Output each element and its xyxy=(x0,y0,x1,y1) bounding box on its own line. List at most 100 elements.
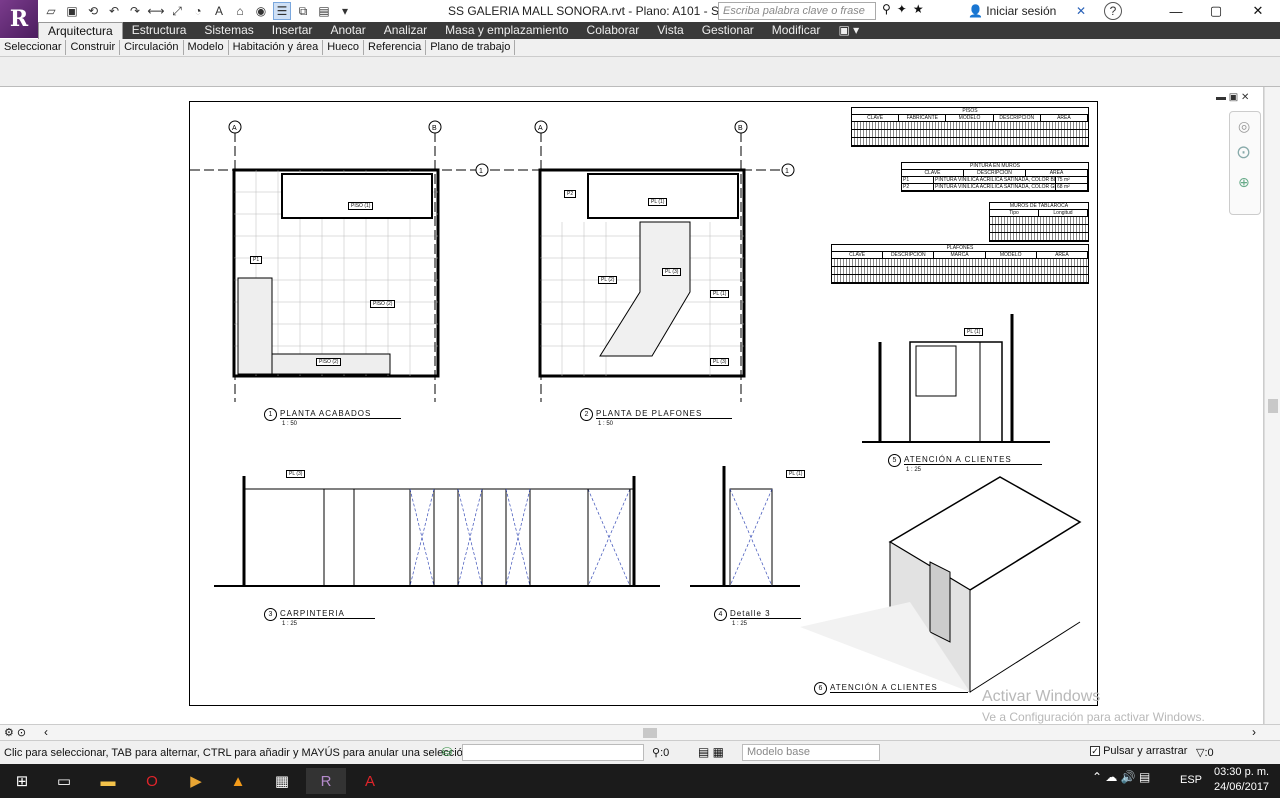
thin-lines-icon[interactable]: ☰ xyxy=(273,2,291,20)
task-view-icon[interactable]: ▭ xyxy=(44,768,84,794)
help-icon[interactable]: ? xyxy=(1104,2,1122,20)
calculator-icon[interactable]: ▦ xyxy=(262,768,302,794)
clock-date[interactable]: 24/06/2017 xyxy=(1214,781,1269,793)
view-window-controls[interactable]: ▬ ▣ ✕ xyxy=(1216,92,1249,103)
opera-icon[interactable]: O xyxy=(132,768,172,794)
schedule-pisos[interactable]: PISOS CLAVE FABRICANTE MODELO DESCRIPCIÓN ÁRE… xyxy=(851,107,1089,147)
tab-insertar[interactable]: Insertar xyxy=(263,22,322,39)
material-tag[interactable]: PL (1) xyxy=(786,470,806,478)
panel-referencia[interactable]: Referencia xyxy=(364,40,427,55)
navigation-bar[interactable]: ◎ ⊙ ⊕ xyxy=(1229,111,1261,215)
close-navbar-icon[interactable]: ◎ xyxy=(1238,118,1250,135)
tab-masa-y-emplazamiento[interactable]: Masa y emplazamiento xyxy=(436,22,577,39)
material-tag[interactable]: PL (1) xyxy=(710,290,730,298)
tab-gestionar[interactable]: Gestionar xyxy=(693,22,763,39)
material-tag[interactable]: PISO (2) xyxy=(370,300,396,308)
view-title-6[interactable]: 6 ATENCIÓN A CLIENTES xyxy=(814,682,968,695)
panel-modelo[interactable]: Modelo xyxy=(184,40,229,55)
binoculars-icon[interactable]: ⚲ xyxy=(882,2,891,16)
input-language[interactable]: ESP xyxy=(1180,774,1202,786)
schedule-muros[interactable]: MUROS DE TABLAROCA Tipo Longitud xyxy=(989,202,1089,242)
ribbon-minimize-icon[interactable]: ▣ ▾ xyxy=(829,22,868,39)
filter-button[interactable]: ▽:0 xyxy=(1196,746,1214,759)
tab-colaborar[interactable]: Colaborar xyxy=(578,22,649,39)
view-title-3[interactable]: 3 CARPINTERIA 1 : 25 xyxy=(264,608,375,627)
material-tag[interactable]: PL (3) xyxy=(286,470,306,478)
sign-in-button[interactable]: 👤 Iniciar sesión xyxy=(968,4,1056,18)
material-tag[interactable]: P2 xyxy=(564,190,577,198)
3d-view-icon[interactable]: ⌂ xyxy=(231,2,249,20)
tab-sistemas[interactable]: Sistemas xyxy=(195,22,262,39)
drag-toggle[interactable]: ✓ Pulsar y arrastrar xyxy=(1090,745,1187,757)
tag-icon[interactable]: ◔ xyxy=(189,2,207,20)
panel-construir[interactable]: Construir xyxy=(66,40,121,55)
minimize-button[interactable]: — xyxy=(1156,0,1196,22)
editable-only-icon[interactable]: ▤ ▦ xyxy=(698,745,724,759)
view-title-5[interactable]: 5 ATENCIÓN A CLIENTES 1 : 25 xyxy=(888,454,1042,473)
tab-analizar[interactable]: Analizar xyxy=(375,22,436,39)
redo-icon[interactable]: ↷ xyxy=(126,2,144,20)
panel-hueco[interactable]: Hueco xyxy=(323,40,365,55)
sync-icon[interactable]: ⟲ xyxy=(84,2,102,20)
text-icon[interactable]: A xyxy=(210,2,228,20)
design-option-dropdown[interactable]: Modelo base xyxy=(742,744,880,761)
vertical-scroll-thumb[interactable] xyxy=(1268,399,1278,413)
horizontal-scrollbar[interactable]: ⚙ ⊙ ‹ › xyxy=(0,724,1280,740)
revit-app-button[interactable]: R xyxy=(0,0,38,38)
steering-wheel-icon[interactable]: ⊙ xyxy=(1236,142,1251,163)
panel-plano-de-trabajo[interactable]: Plano de trabajo xyxy=(426,40,516,55)
panel-habitación-y-área[interactable]: Habitación y área xyxy=(229,40,324,55)
revit-taskbar-icon[interactable]: R xyxy=(306,768,346,794)
clock-time[interactable]: 03:30 p. m. xyxy=(1214,766,1269,778)
tab-anotar[interactable]: Anotar xyxy=(321,22,374,39)
vertical-scrollbar[interactable] xyxy=(1264,87,1280,724)
panel-circulación[interactable]: Circulación xyxy=(120,40,184,55)
measure-icon[interactable]: ⟷ xyxy=(147,2,165,20)
zoom-icon[interactable]: ⊕ xyxy=(1238,174,1250,191)
material-tag[interactable]: PL (3) xyxy=(710,358,730,366)
close-button[interactable]: ✕ xyxy=(1238,0,1278,22)
star-icon[interactable]: ★ xyxy=(913,2,924,16)
material-tag[interactable]: PISO (2) xyxy=(316,358,342,366)
section-icon[interactable]: ◉ xyxy=(252,2,270,20)
windows-start-icon[interactable]: ⊞ xyxy=(2,768,42,794)
material-tag[interactable]: PL (1) xyxy=(964,328,984,336)
tab-vista[interactable]: Vista xyxy=(648,22,692,39)
open-icon[interactable]: ▱ xyxy=(42,2,60,20)
tray-icons[interactable]: ⌃ ☁ 🔊 ▤ xyxy=(1092,770,1150,784)
dimension-icon[interactable]: ⤢ xyxy=(168,2,186,20)
view-title-2[interactable]: 2 PLANTA DE PLAFONES 1 : 50 xyxy=(580,408,733,427)
worksets-icon[interactable]: ⛁ xyxy=(442,745,452,759)
tab-modificar[interactable]: Modificar xyxy=(763,22,830,39)
material-tag[interactable]: PL (3) xyxy=(662,268,682,276)
panel-seleccionar[interactable]: Seleccionar xyxy=(0,40,67,55)
schedule-plafones[interactable]: PLAFONES CLAVE DESCRIPCIÓN MARCA MODELO ÁREA xyxy=(831,244,1089,284)
schedule-pintura[interactable]: PINTURA EN MUROS CLAVE DESCRIPCIÓN ÁREA P1 PI… xyxy=(901,162,1089,192)
tab-arquitectura[interactable]: Arquitectura xyxy=(38,22,123,39)
switch-windows-icon[interactable]: ▤ xyxy=(315,2,333,20)
tab-estructura[interactable]: Estructura xyxy=(123,22,196,39)
view-title-1[interactable]: 1 PLANTA ACABADOS 1 : 50 xyxy=(264,408,402,427)
autocad-icon[interactable]: A xyxy=(350,768,390,794)
view-control-icon[interactable]: ⚙ ⊙ xyxy=(4,726,26,739)
material-tag[interactable]: PISO (1) xyxy=(348,202,374,210)
horizontal-scroll-thumb[interactable] xyxy=(643,728,657,738)
undo-icon[interactable]: ↶ xyxy=(105,2,123,20)
file-explorer-icon[interactable]: ▬ xyxy=(88,768,128,794)
close-hidden-icon[interactable]: ⧉ xyxy=(294,2,312,20)
material-tag[interactable]: PL (2) xyxy=(598,276,618,284)
media-player-icon[interactable]: ▶ xyxy=(176,768,216,794)
scroll-left-icon[interactable]: ‹ xyxy=(44,725,48,739)
customize-qat-icon[interactable]: ▾ xyxy=(336,2,354,20)
scroll-right-icon[interactable]: › xyxy=(1252,725,1256,739)
workset-dropdown[interactable] xyxy=(462,744,644,761)
exchange-icon[interactable]: ✕ xyxy=(1072,2,1090,20)
material-tag[interactable]: P1 xyxy=(250,256,263,264)
search-input[interactable]: Escriba palabra clave o frase xyxy=(718,2,876,20)
material-tag[interactable]: PL (1) xyxy=(648,198,668,206)
view-title-4[interactable]: 4 Detalle 3 1 : 25 xyxy=(714,608,801,627)
subscription-icon[interactable]: ✦ xyxy=(897,2,907,16)
maximize-button[interactable]: ▢ xyxy=(1196,0,1236,22)
save-icon[interactable]: ▣ xyxy=(63,2,81,20)
vlc-icon[interactable]: ▲ xyxy=(218,768,258,794)
